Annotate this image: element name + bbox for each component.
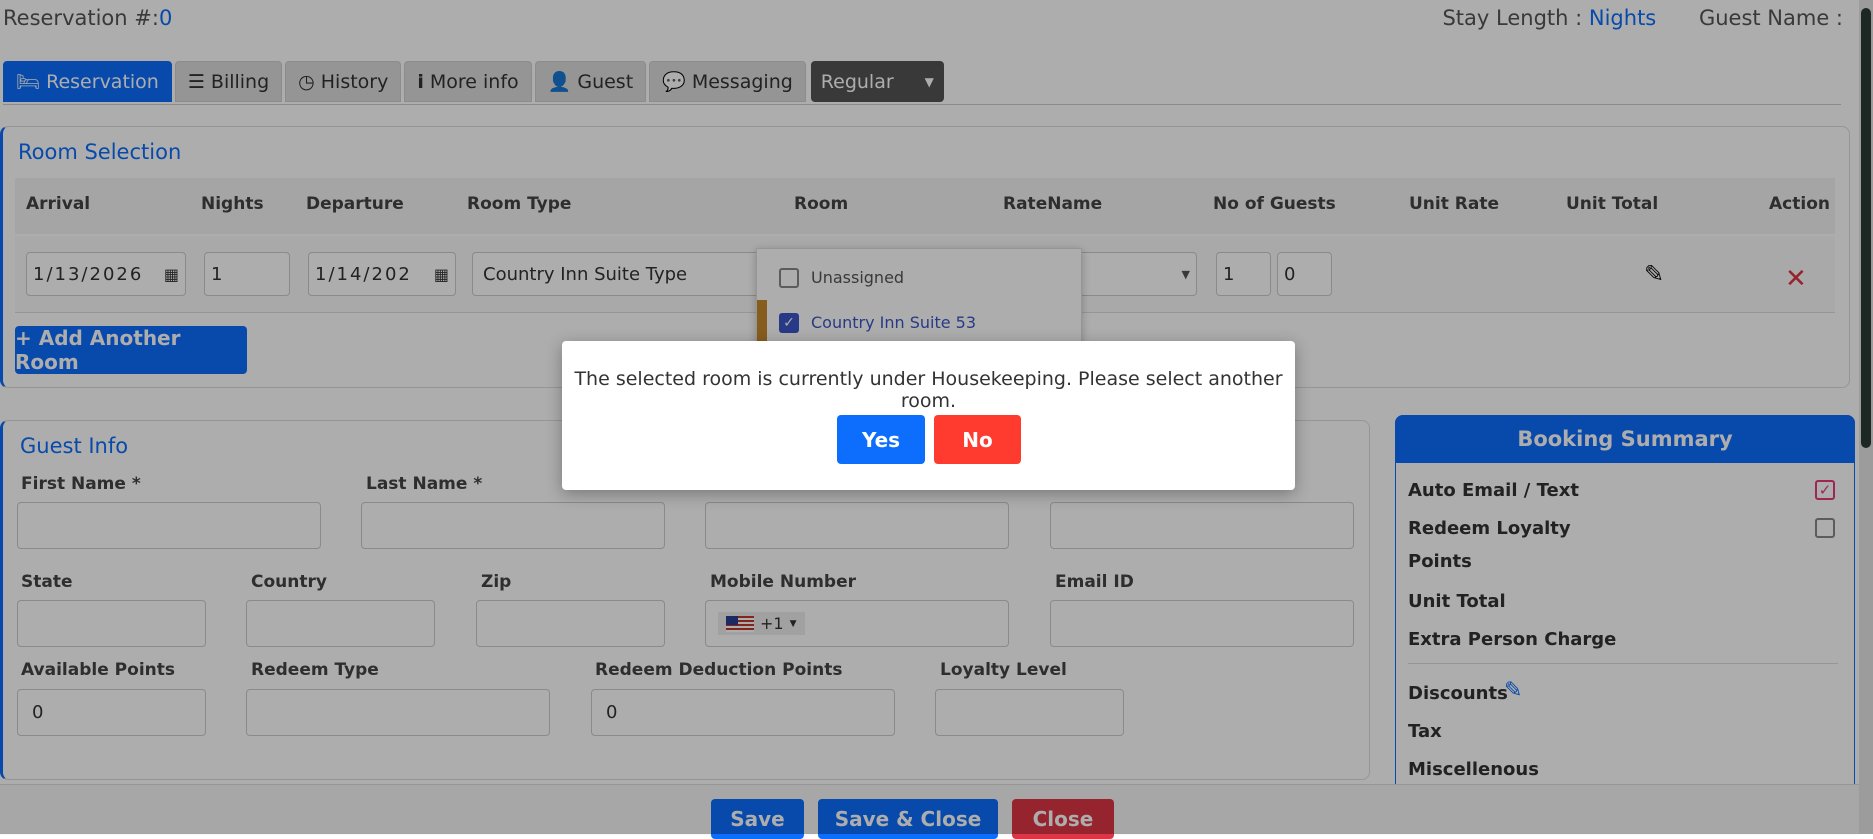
yes-label: Yes <box>861 427 901 452</box>
no-label: No <box>962 427 993 452</box>
yes-button[interactable]: Yes <box>837 415 925 464</box>
alert-message: The selected room is currently under Hou… <box>574 368 1283 412</box>
housekeeping-alert-dialog: The selected room is currently under Hou… <box>562 341 1295 490</box>
no-button[interactable]: No <box>934 415 1021 464</box>
